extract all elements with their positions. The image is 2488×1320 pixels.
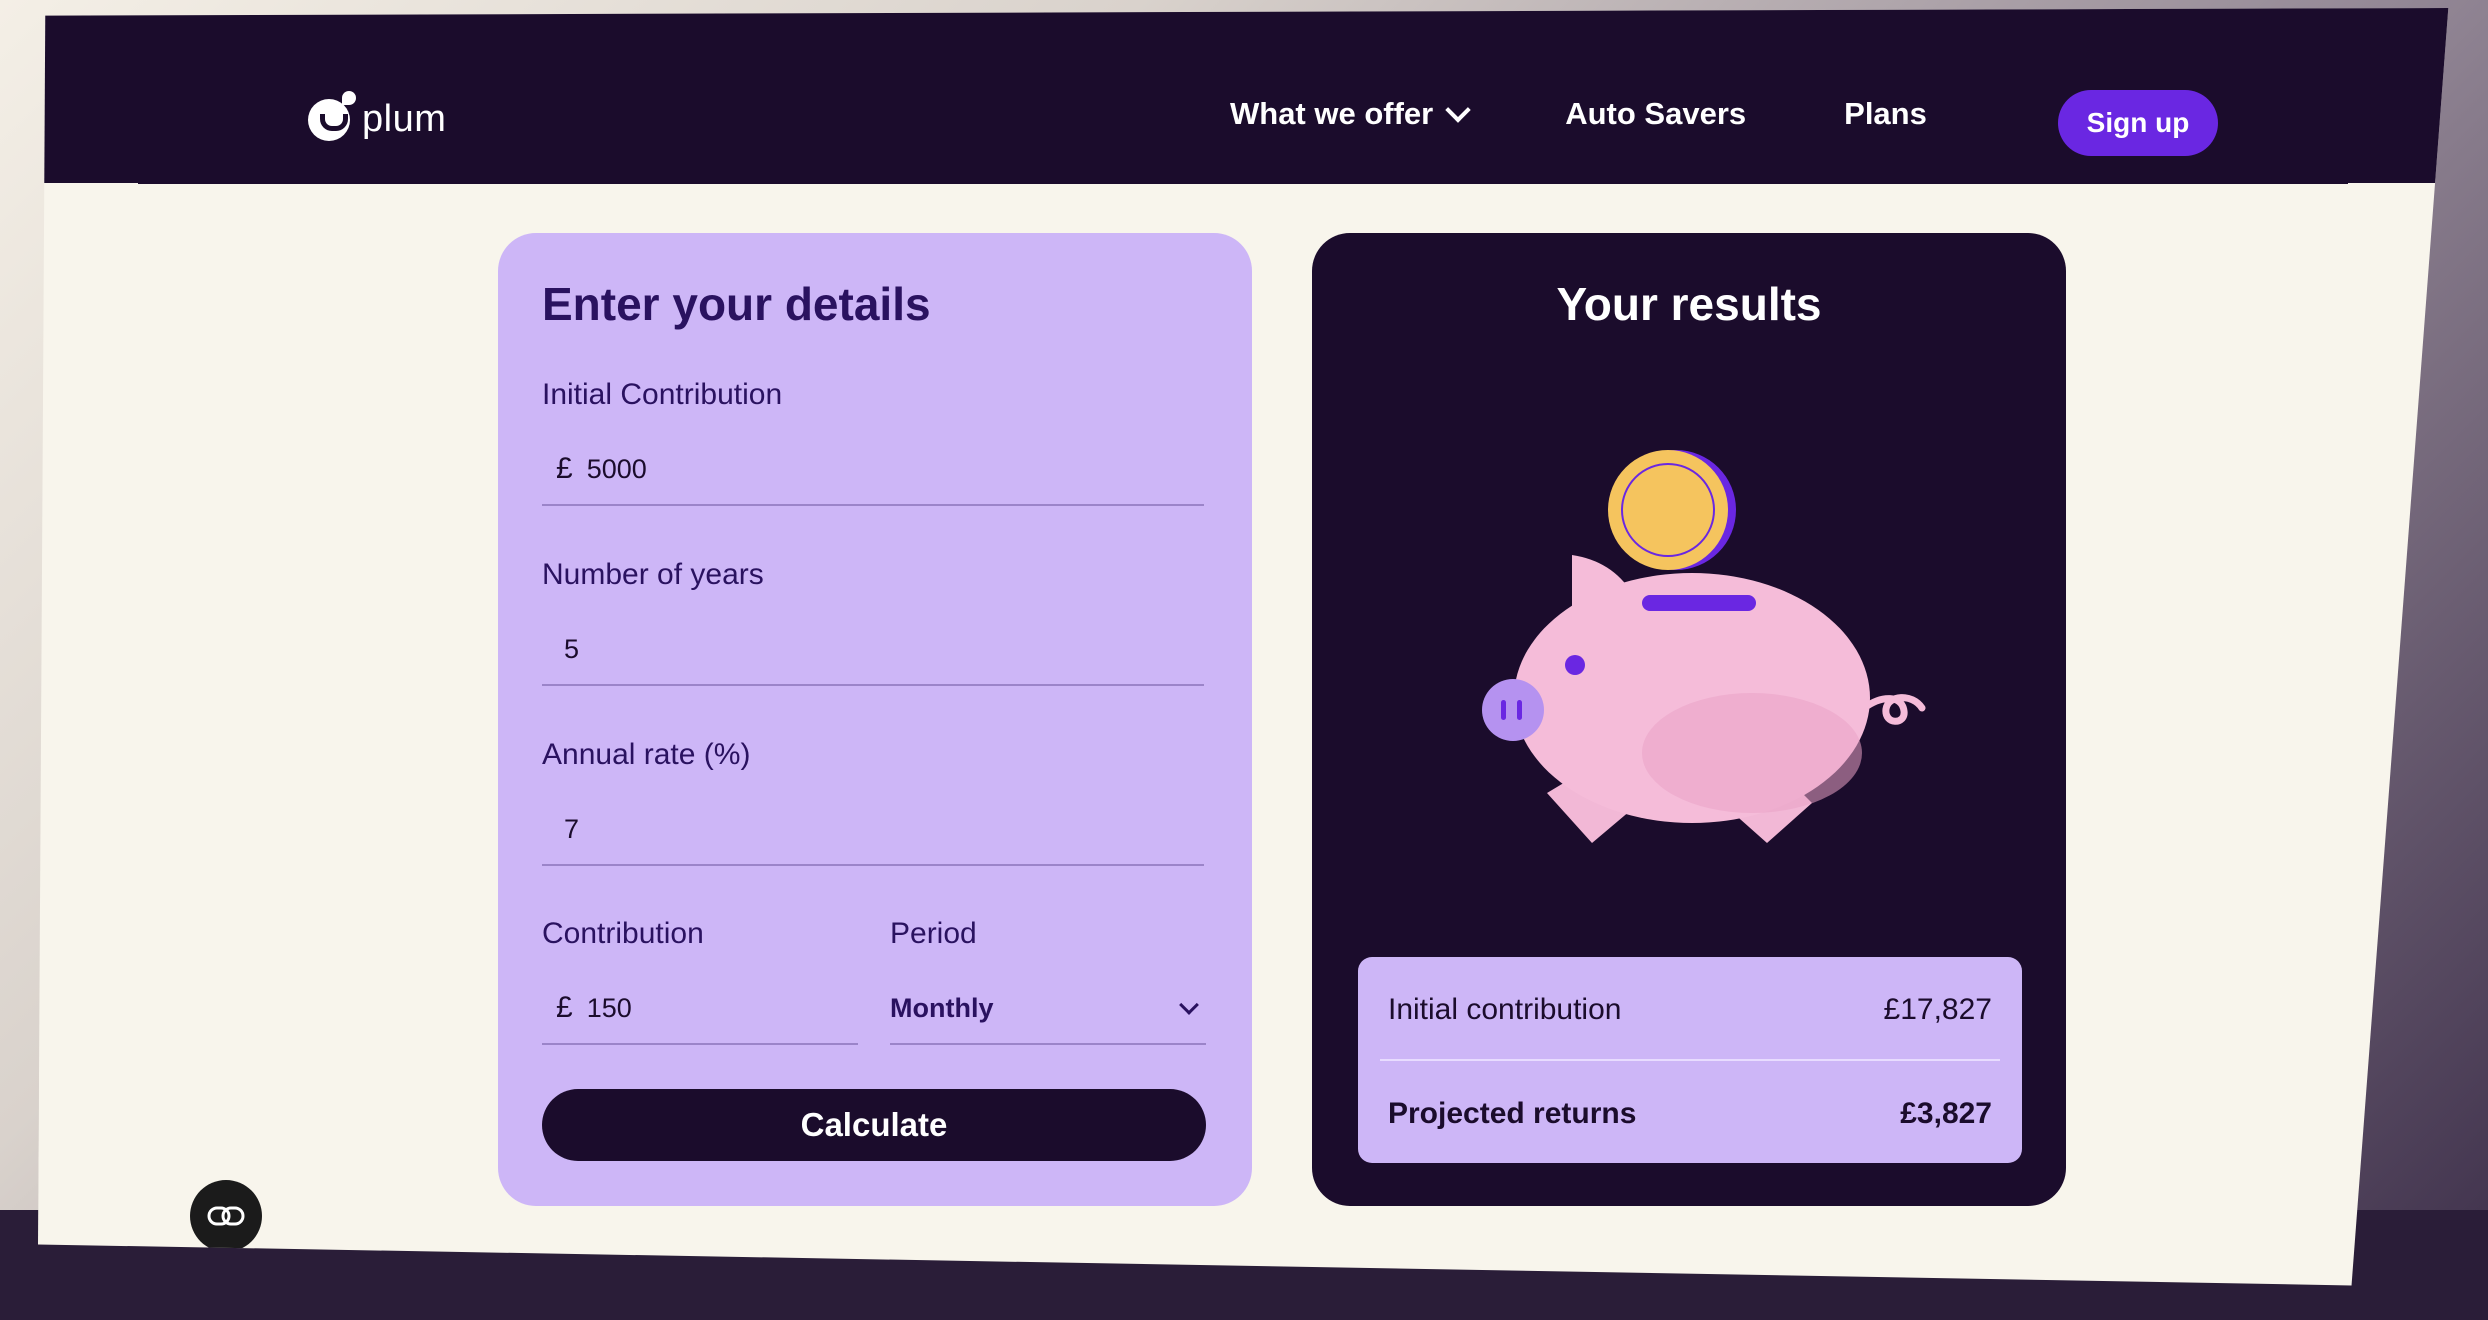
result-value: £3,827 <box>1900 1097 1992 1130</box>
pig-nostril <box>1501 700 1506 720</box>
result-label: Initial contribution <box>1388 993 1622 1026</box>
result-value: £17,827 <box>1883 993 1992 1026</box>
result-row-initial: Initial contribution £17,827 <box>1388 993 1992 1027</box>
initial-contribution-input[interactable]: £ 5000 <box>542 434 1204 506</box>
years-label: Number of years <box>542 558 764 591</box>
rate-input[interactable]: 7 <box>542 794 1204 866</box>
nav-item-label: Auto Savers <box>1565 96 1747 131</box>
input-value: 5000 <box>586 453 647 484</box>
period-select[interactable]: Monthly <box>890 973 1206 1045</box>
nav-plans[interactable]: Plans <box>1844 96 1927 132</box>
chat-icon <box>207 1206 245 1226</box>
nav-item-label: What we offer <box>1230 96 1434 131</box>
results-title: Your results <box>1556 278 1822 330</box>
currency-symbol: £ <box>556 452 573 485</box>
chevron-down-icon <box>1445 97 1471 123</box>
pig-eye <box>1565 655 1585 675</box>
rate-field: Annual rate (%) 7 <box>542 738 1204 866</box>
contribution-field: Contribution £ 150 <box>542 917 858 1045</box>
nav-item-label: Plans <box>1844 96 1927 131</box>
results-card: Your results Initial contribution £17,82… <box>1312 233 2066 1206</box>
result-row-projected: Projected returns £3,827 <box>1388 1097 1992 1131</box>
top-navigation: plum What we offer Auto Savers Plans Sig… <box>38 8 2449 183</box>
currency-symbol: £ <box>556 991 573 1024</box>
nav-links: What we offer Auto Savers Plans <box>1230 96 2025 132</box>
input-value: 7 <box>564 813 580 844</box>
years-input[interactable]: 5 <box>542 614 1204 686</box>
contribution-input[interactable]: £ 150 <box>542 973 858 1045</box>
details-title: Enter your details <box>542 278 931 330</box>
pig-tail <box>1860 694 1926 725</box>
logo-text: plum <box>362 98 447 140</box>
initial-contribution-field: Initial Contribution £ 5000 <box>542 378 1204 506</box>
browser-page: plum What we offer Auto Savers Plans Sig… <box>38 8 2449 1286</box>
period-field: Period Monthly <box>890 917 1206 1045</box>
sign-up-button[interactable]: Sign up <box>2058 90 2218 156</box>
result-label: Projected returns <box>1388 1097 1637 1130</box>
contribution-label: Contribution <box>542 917 704 950</box>
plum-logo[interactable]: plum <box>308 90 447 141</box>
nav-divider <box>138 181 2348 184</box>
chat-button[interactable] <box>190 1180 262 1252</box>
select-value: Monthly <box>890 992 994 1023</box>
coin <box>1608 450 1728 570</box>
period-label: Period <box>890 917 977 950</box>
details-form-card: Enter your details Initial Contribution … <box>498 233 1252 1206</box>
pig-nostril <box>1517 700 1522 720</box>
rate-label: Annual rate (%) <box>542 738 751 771</box>
input-value: 5 <box>564 633 580 664</box>
piggy-bank-illustration <box>1482 450 1926 843</box>
pig-body-shade <box>1642 693 1862 813</box>
chevron-down-icon <box>1179 995 1199 1015</box>
nav-what-we-offer[interactable]: What we offer <box>1230 96 1471 132</box>
results-divider <box>1380 1059 2000 1061</box>
years-field: Number of years 5 <box>542 558 1204 686</box>
calculate-button[interactable]: Calculate <box>542 1089 1206 1161</box>
initial-contribution-label: Initial Contribution <box>542 378 783 411</box>
input-value: 150 <box>586 992 632 1023</box>
plum-logo-icon <box>308 90 356 141</box>
pig-snout <box>1482 679 1544 741</box>
nav-auto-savers[interactable]: Auto Savers <box>1565 96 1746 132</box>
results-summary: Initial contribution £17,827 Projected r… <box>1358 957 2022 1163</box>
coin-slot <box>1642 595 1756 611</box>
